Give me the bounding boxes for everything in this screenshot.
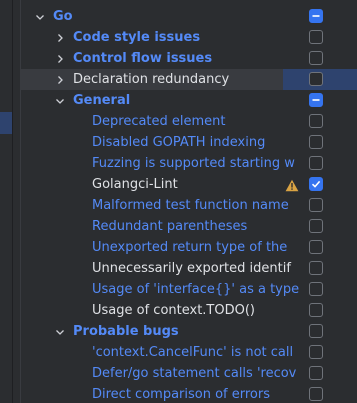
inspection-checkbox[interactable] (309, 198, 323, 212)
category-label: Declaration redundancy (73, 72, 230, 87)
category-label: General (73, 93, 131, 108)
inspection-checkbox[interactable] (309, 177, 323, 191)
tree-row[interactable]: Code style issues (21, 27, 357, 48)
inspection-checkbox[interactable] (309, 9, 323, 23)
inspection-label: Disabled GOPATH indexing (92, 135, 266, 150)
inspection-label: Usage of context.TODO() (92, 303, 255, 318)
inspection-checkbox[interactable] (309, 366, 323, 380)
chevron-down-icon[interactable] (33, 6, 47, 27)
tree-row[interactable]: Unexported return type of the (21, 237, 357, 258)
chevron-right-icon[interactable] (53, 69, 67, 90)
tree-row[interactable]: Golangci-Lint (21, 174, 357, 195)
tree-row[interactable]: Go (21, 6, 357, 27)
inspection-checkbox[interactable] (309, 135, 323, 149)
tree-row[interactable]: Usage of context.TODO() (21, 300, 357, 321)
tree-row[interactable]: Control flow issues (21, 48, 357, 69)
inspection-checkbox[interactable] (309, 240, 323, 254)
inspections-panel: Go Code style issues Control flow issues De… (0, 0, 357, 403)
inspection-label: Deprecated element (92, 114, 226, 129)
inspection-label: Malformed test function name (92, 198, 289, 213)
tree-row[interactable]: Fuzzing is supported starting w (21, 153, 357, 174)
tree-row[interactable]: Unnecessarily exported identif (21, 258, 357, 279)
inspection-checkbox[interactable] (309, 156, 323, 170)
tree-row[interactable]: Defer/go statement calls 'recov (21, 363, 357, 384)
chevron-down-icon[interactable] (53, 321, 67, 342)
inspection-label: Unnecessarily exported identif (92, 261, 291, 276)
chevron-right-icon[interactable] (53, 27, 67, 48)
chevron-right-icon[interactable] (53, 48, 67, 69)
inspection-checkbox[interactable] (309, 219, 323, 233)
inspection-label: Defer/go statement calls 'recov (92, 366, 297, 381)
category-label: Control flow issues (73, 51, 213, 66)
indeterminate-icon (312, 99, 320, 101)
inspection-label: 'context.CancelFunc' is not call (92, 345, 294, 360)
inspection-checkbox[interactable] (309, 387, 323, 401)
inspection-checkbox[interactable] (309, 261, 323, 275)
inspection-checkbox[interactable] (309, 282, 323, 296)
tree-row[interactable]: Redundant parentheses (21, 216, 357, 237)
tree-row[interactable]: 'context.CancelFunc' is not call (21, 342, 357, 363)
tree-row[interactable]: Deprecated element (21, 111, 357, 132)
gutter-selection-marker (0, 112, 12, 134)
tree-row[interactable]: Probable bugs (21, 321, 357, 342)
checkmark-icon (311, 180, 321, 188)
chevron-down-icon[interactable] (53, 90, 67, 111)
inspection-checkbox[interactable] (309, 324, 323, 338)
inspection-checkbox[interactable] (309, 114, 323, 128)
inspection-checkbox[interactable] (309, 30, 323, 44)
inspection-checkbox[interactable] (309, 345, 323, 359)
inspection-checkbox[interactable] (309, 303, 323, 317)
inspection-label: Fuzzing is supported starting w (92, 156, 295, 171)
inspection-label: Redundant parentheses (92, 219, 248, 234)
inspection-label: Golangci-Lint (92, 177, 178, 192)
indeterminate-icon (312, 15, 320, 17)
left-gutter (0, 0, 13, 403)
inspection-checkbox[interactable] (309, 72, 323, 86)
warning-triangle-icon (285, 178, 299, 192)
inspection-label: Usage of 'interface{}' as a type (92, 282, 300, 297)
category-label: Code style issues (73, 30, 201, 45)
tree-row[interactable]: Malformed test function name (21, 195, 357, 216)
tree-row[interactable]: Direct comparison of errors (21, 384, 357, 403)
inspection-checkbox[interactable] (309, 93, 323, 107)
tree-row[interactable]: Declaration redundancy (21, 69, 357, 90)
tree-row[interactable]: Usage of 'interface{}' as a type (21, 279, 357, 300)
category-label: Go (53, 9, 73, 24)
tree-row[interactable]: General (21, 90, 357, 111)
inspection-label: Unexported return type of the (92, 240, 288, 255)
category-label: Probable bugs (73, 324, 179, 339)
inspection-tree: Go Code style issues Control flow issues De… (21, 0, 357, 403)
inspection-checkbox[interactable] (309, 51, 323, 65)
inspection-label: Direct comparison of errors (92, 387, 271, 402)
tree-row[interactable]: Disabled GOPATH indexing (21, 132, 357, 153)
